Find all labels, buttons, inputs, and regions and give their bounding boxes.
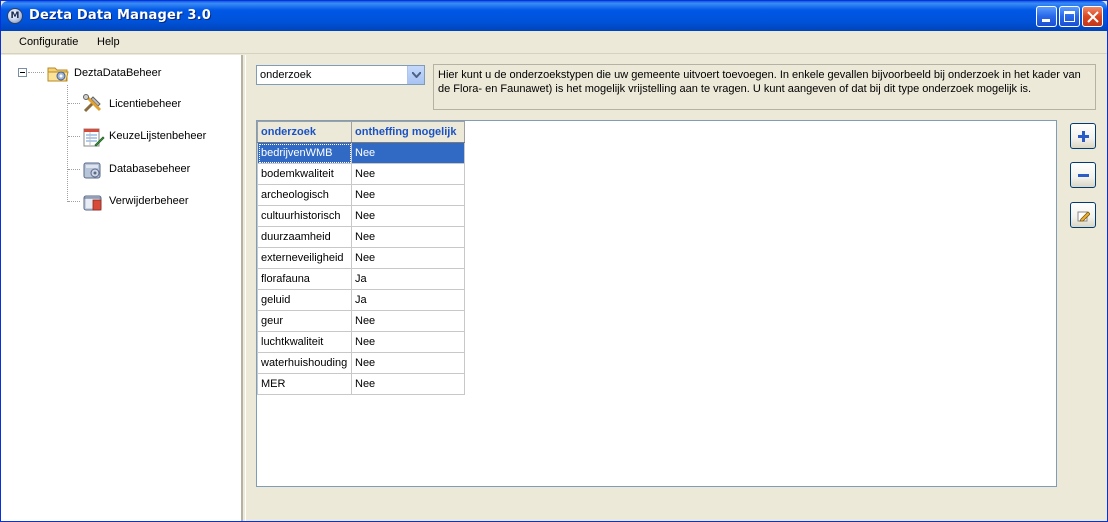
- window-title: Dezta Data Manager 3.0: [29, 8, 211, 23]
- app-icon: M: [7, 8, 23, 24]
- cell-ontheffing[interactable]: Nee: [351, 247, 465, 269]
- cell-onderzoek[interactable]: archeologisch: [257, 184, 352, 206]
- cell-ontheffing[interactable]: Nee: [351, 163, 465, 185]
- table-row[interactable]: bedrijvenWMB Nee: [257, 142, 465, 164]
- cell-ontheffing[interactable]: Nee: [351, 331, 465, 353]
- menu-configuratie[interactable]: Configuratie: [19, 36, 78, 48]
- tree-connector: [28, 72, 44, 73]
- menu-help[interactable]: Help: [97, 36, 120, 48]
- column-header-onderzoek[interactable]: onderzoek: [257, 121, 352, 143]
- tree-item-keuzelijstenbeheer[interactable]: KeuzeLijstenbeheer: [109, 130, 206, 142]
- app-window: M Dezta Data Manager 3.0 Configuratie He…: [0, 0, 1108, 522]
- cell-ontheffing[interactable]: Nee: [351, 226, 465, 248]
- content-panel: onderzoek Hier kunt u de onderzoekstypen…: [245, 55, 1107, 521]
- cell-onderzoek[interactable]: externeveiligheid: [257, 247, 352, 269]
- cell-ontheffing[interactable]: Nee: [351, 142, 465, 164]
- menu-bar: Configuratie Help: [1, 32, 1107, 54]
- minimize-button[interactable]: [1036, 6, 1057, 27]
- cell-ontheffing[interactable]: Nee: [351, 310, 465, 332]
- cell-onderzoek[interactable]: waterhuishouding: [257, 352, 352, 374]
- tree-connector: [68, 201, 80, 202]
- onderzoek-table: onderzoek ontheffing mogelijk bedrijvenW…: [257, 121, 465, 395]
- cell-ontheffing[interactable]: Nee: [351, 373, 465, 395]
- tree-connector: [68, 103, 80, 104]
- table-header-row: onderzoek ontheffing mogelijk: [257, 121, 465, 143]
- tree-item-verwijderbeheer[interactable]: Verwijderbeheer: [109, 195, 189, 207]
- tree-item-databasebeheer[interactable]: Databasebeheer: [109, 163, 190, 175]
- cell-onderzoek[interactable]: geur: [257, 310, 352, 332]
- cell-onderzoek[interactable]: florafauna: [257, 268, 352, 290]
- tree-item-licentiebeheer[interactable]: Licentiebeheer: [109, 98, 181, 110]
- table-row[interactable]: cultuurhistorisch Nee: [257, 205, 465, 227]
- chevron-down-icon: [412, 72, 421, 78]
- table-row[interactable]: geur Nee: [257, 310, 465, 332]
- cell-ontheffing[interactable]: Ja: [351, 289, 465, 311]
- minus-icon: [1078, 174, 1089, 177]
- tree-root-label[interactable]: DeztaDataBeheer: [74, 67, 161, 79]
- cell-onderzoek[interactable]: bodemkwaliteit: [257, 163, 352, 185]
- table-row[interactable]: externeveiligheid Nee: [257, 247, 465, 269]
- cell-ontheffing[interactable]: Ja: [351, 268, 465, 290]
- data-grid: onderzoek ontheffing mogelijk bedrijvenW…: [256, 120, 1057, 487]
- database-icon: [83, 162, 101, 179]
- close-button[interactable]: [1082, 6, 1103, 27]
- cell-ontheffing[interactable]: Nee: [351, 184, 465, 206]
- cell-onderzoek[interactable]: MER: [257, 373, 352, 395]
- add-button[interactable]: [1070, 123, 1096, 149]
- cell-ontheffing[interactable]: Nee: [351, 352, 465, 374]
- tree-connector: [68, 169, 80, 170]
- table-row[interactable]: MER Nee: [257, 373, 465, 395]
- table-row[interactable]: bodemkwaliteit Nee: [257, 163, 465, 185]
- cell-onderzoek[interactable]: bedrijvenWMB: [257, 142, 352, 164]
- tree-connector: [68, 136, 80, 137]
- collapse-toggle[interactable]: [18, 68, 27, 77]
- cell-onderzoek[interactable]: luchtkwaliteit: [257, 331, 352, 353]
- plus-icon: [1078, 131, 1089, 142]
- edit-button[interactable]: [1070, 202, 1096, 228]
- cell-onderzoek[interactable]: cultuurhistorisch: [257, 205, 352, 227]
- type-select-dropdown-button[interactable]: [407, 66, 424, 84]
- table-row[interactable]: luchtkwaliteit Nee: [257, 331, 465, 353]
- table-row[interactable]: duurzaamheid Nee: [257, 226, 465, 248]
- folder-gear-icon: [47, 67, 69, 82]
- pencil-edit-icon: [1077, 211, 1090, 222]
- remove-button[interactable]: [1070, 162, 1096, 188]
- delete-bin-icon: [83, 195, 102, 211]
- cell-onderzoek[interactable]: duurzaamheid: [257, 226, 352, 248]
- cell-onderzoek[interactable]: geluid: [257, 289, 352, 311]
- close-icon: [1087, 11, 1099, 23]
- column-header-ontheffing[interactable]: ontheffing mogelijk: [351, 121, 465, 143]
- navigation-tree: DeztaDataBeheer Licentiebeheer KeuzeLijs…: [1, 55, 243, 521]
- table-row[interactable]: waterhuishouding Nee: [257, 352, 465, 374]
- table-row[interactable]: florafauna Ja: [257, 268, 465, 290]
- title-bar[interactable]: M Dezta Data Manager 3.0: [1, 1, 1107, 31]
- type-select[interactable]: onderzoek: [256, 65, 425, 85]
- cell-ontheffing[interactable]: Nee: [351, 205, 465, 227]
- type-select-value: onderzoek: [260, 69, 312, 81]
- tools-icon: [83, 94, 102, 113]
- info-description: Hier kunt u de onderzoekstypen die uw ge…: [433, 64, 1096, 110]
- table-row[interactable]: archeologisch Nee: [257, 184, 465, 206]
- list-edit-icon: [83, 128, 105, 147]
- table-row[interactable]: geluid Ja: [257, 289, 465, 311]
- maximize-button[interactable]: [1059, 6, 1080, 27]
- table-body: bedrijvenWMB Nee bodemkwaliteit Nee archeolo…: [257, 142, 465, 395]
